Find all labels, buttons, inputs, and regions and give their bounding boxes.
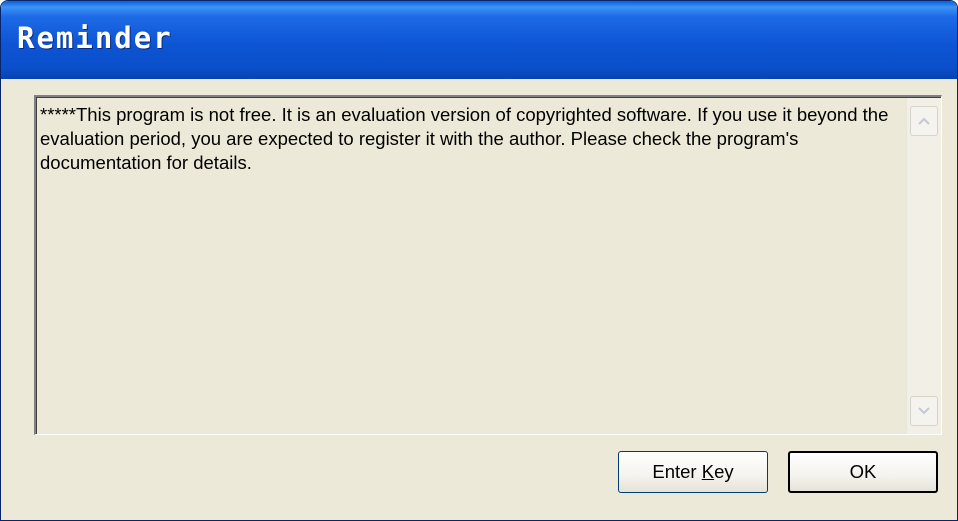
scroll-up-button[interactable]: [910, 106, 938, 136]
enter-key-label-suffix: ey: [714, 461, 734, 482]
ok-button[interactable]: OK: [788, 451, 938, 493]
vertical-scrollbar[interactable]: [906, 98, 941, 434]
chevron-up-icon: [918, 117, 930, 125]
reminder-dialog: Reminder *****This program is not free. …: [0, 0, 958, 521]
title-bar[interactable]: Reminder: [1, 1, 957, 79]
reminder-message: *****This program is not free. It is an …: [40, 104, 889, 173]
enter-key-button[interactable]: Enter Key: [618, 451, 768, 493]
enter-key-accelerator: K: [701, 461, 715, 482]
scroll-down-button[interactable]: [910, 396, 938, 426]
window-title: Reminder: [17, 21, 173, 55]
dialog-body: *****This program is not free. It is an …: [6, 79, 952, 516]
enter-key-label-prefix: Enter: [652, 461, 702, 482]
message-textbox[interactable]: *****This program is not free. It is an …: [34, 95, 942, 435]
chevron-down-icon: [918, 407, 930, 415]
message-textbox-inner: *****This program is not free. It is an …: [36, 97, 941, 434]
